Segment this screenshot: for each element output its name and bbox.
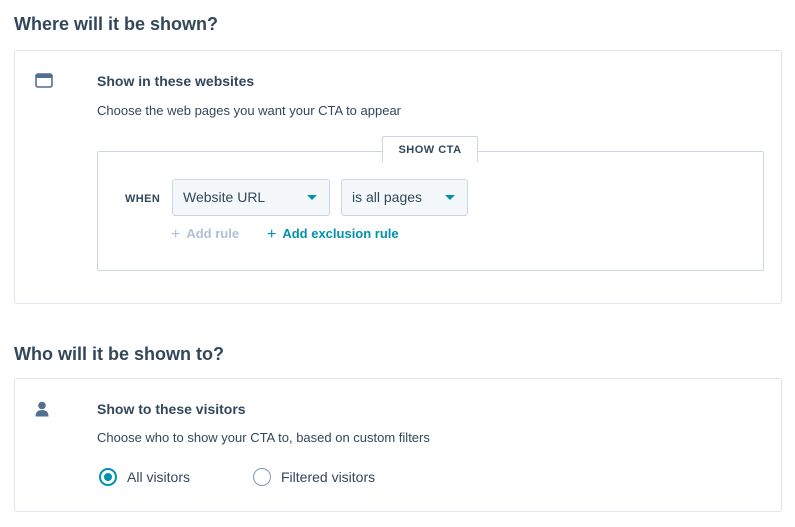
show-cta-tab: SHOW CTA	[382, 136, 478, 162]
add-rule-label: Add rule	[186, 226, 240, 241]
add-exclusion-rule-button[interactable]: + Add exclusion rule	[267, 225, 399, 243]
filtered-visitors-radio-option[interactable]: Filtered visitors	[253, 468, 375, 486]
caret-down-icon	[445, 195, 455, 200]
where-section-title: Where will it be shown?	[14, 14, 219, 34]
all-visitors-radio-option[interactable]: All visitors	[99, 468, 190, 486]
condition-field-dropdown[interactable]: Website URL	[172, 179, 330, 216]
all-visitors-label: All visitors	[127, 469, 191, 485]
visitors-card-description: Choose who to show your CTA to, based on…	[97, 430, 430, 445]
websites-card-description: Choose the web pages you want your CTA t…	[97, 103, 402, 118]
all-visitors-radio[interactable]	[99, 468, 117, 486]
add-rule-button[interactable]: + Add rule	[171, 225, 239, 243]
visitors-card-title: Show to these visitors	[97, 401, 246, 417]
visitors-card: Show to these visitors Choose who to sho…	[14, 378, 782, 512]
person-icon	[35, 401, 49, 422]
add-exclusion-rule-label: Add exclusion rule	[282, 226, 399, 241]
filtered-visitors-radio[interactable]	[253, 468, 271, 486]
plus-icon: +	[267, 226, 277, 243]
caret-down-icon	[307, 195, 317, 200]
browser-window-icon	[35, 73, 53, 93]
who-section-title: Who will it be shown to?	[14, 344, 224, 364]
plus-icon: +	[171, 226, 181, 243]
condition-operator-dropdown[interactable]: is all pages	[341, 179, 468, 216]
websites-card-title: Show in these websites	[97, 73, 255, 89]
condition-operator-value: is all pages	[352, 189, 423, 205]
condition-field-value: Website URL	[183, 189, 266, 205]
filtered-visitors-label: Filtered visitors	[281, 469, 376, 485]
when-label: WHEN	[125, 193, 161, 205]
websites-card: Show in these websites Choose the web pa…	[14, 50, 782, 304]
